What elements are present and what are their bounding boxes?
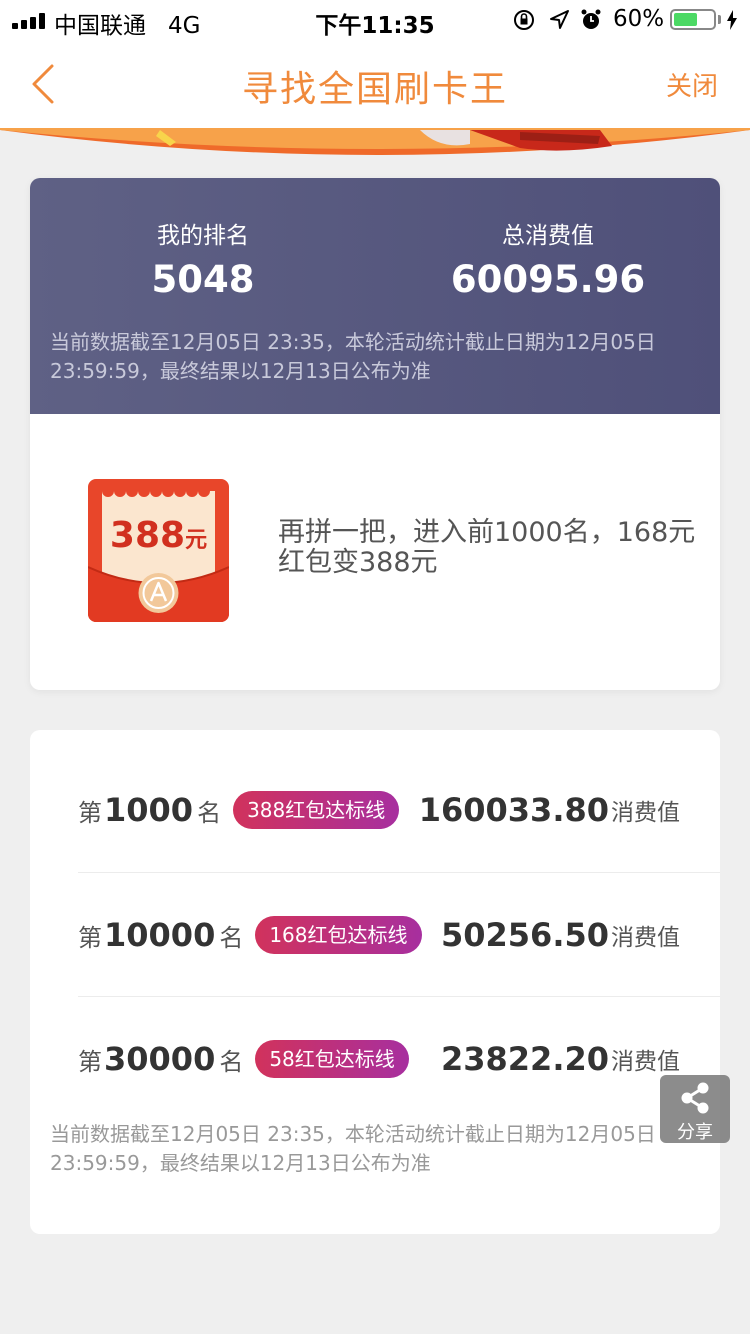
data-cutoff-note: 当前数据截至12月05日 23:35，本轮活动统计截止日期为12月05日23:5… — [50, 330, 656, 383]
rank-summary: 我的排名 5048 总消费值 60095.96 当前数据截至12月05日 23:… — [30, 178, 720, 414]
threshold-value: 23822.20 — [440, 1040, 609, 1078]
threshold-value: 50256.50 — [440, 916, 609, 954]
value-unit: 消费值 — [611, 925, 680, 951]
promo-message: 再拼一把，进入前1000名，168元红包变388元 — [278, 517, 696, 578]
total-consumption-value: 60095.96 — [450, 258, 646, 301]
threshold-row: 第 10000 名 168红包达标线 50256.50 消费值 — [78, 873, 720, 997]
banner-decoration — [0, 128, 750, 162]
rank-suffix: 名 — [197, 798, 222, 827]
threshold-value: 160033.80 — [418, 791, 609, 829]
alarm-icon — [581, 9, 601, 29]
total-consumption-label: 总消费值 — [502, 223, 594, 249]
rank-card: 我的排名 5048 总消费值 60095.96 当前数据截至12月05日 23:… — [30, 178, 720, 690]
share-icon — [681, 1082, 709, 1114]
share-button[interactable]: 分享 — [660, 1075, 730, 1143]
nav-bar: 寻找全国刷卡王 关闭 — [0, 40, 750, 128]
threshold-tag: 388红包达标线 — [233, 791, 400, 829]
charging-icon — [727, 10, 737, 30]
share-label: 分享 — [677, 1122, 713, 1143]
rank-prefix: 第 — [78, 1047, 102, 1076]
threshold-tag: 168红包达标线 — [255, 916, 422, 954]
value-unit: 消费值 — [611, 800, 680, 826]
rank-suffix: 名 — [219, 923, 244, 952]
threshold-tag: 58红包达标线 — [255, 1040, 409, 1078]
value-unit: 消费值 — [611, 1049, 680, 1075]
battery-icon — [670, 9, 716, 30]
my-rank-value: 5048 — [151, 258, 255, 301]
rank-suffix: 名 — [219, 1047, 244, 1076]
red-packet-amount: 388元 — [109, 515, 208, 556]
threshold-card: 第 1000 名 388红包达标线 160033.80 消费值 第 10000 名 168红包… — [30, 730, 720, 1234]
red-packet-icon: 388元 — [87, 479, 230, 622]
location-arrow-icon — [550, 10, 569, 29]
threshold-row: 第 30000 名 58红包达标线 23822.20 消费值 — [78, 997, 720, 1121]
battery-cap — [718, 15, 721, 24]
page-title: 寻找全国刷卡王 — [241, 69, 508, 110]
threshold-row: 第 1000 名 388红包达标线 160033.80 消费值 — [78, 748, 720, 872]
status-bar: 中国联通 4G 下午11:35 60% — [0, 0, 750, 40]
close-button[interactable]: 关闭 — [666, 66, 718, 103]
rank-prefix: 第 — [78, 798, 102, 827]
rank-number: 1000 — [104, 791, 194, 829]
battery-percent: 60% — [613, 6, 665, 32]
rank-number: 10000 — [104, 916, 216, 954]
my-rank-label: 我的排名 — [157, 223, 249, 249]
data-cutoff-note: 当前数据截至12月05日 23:35，本轮活动统计截止日期为12月05日23:5… — [50, 1122, 656, 1175]
rank-prefix: 第 — [78, 923, 102, 952]
lock-rotation-icon — [514, 10, 534, 30]
rank-number: 30000 — [104, 1040, 216, 1078]
